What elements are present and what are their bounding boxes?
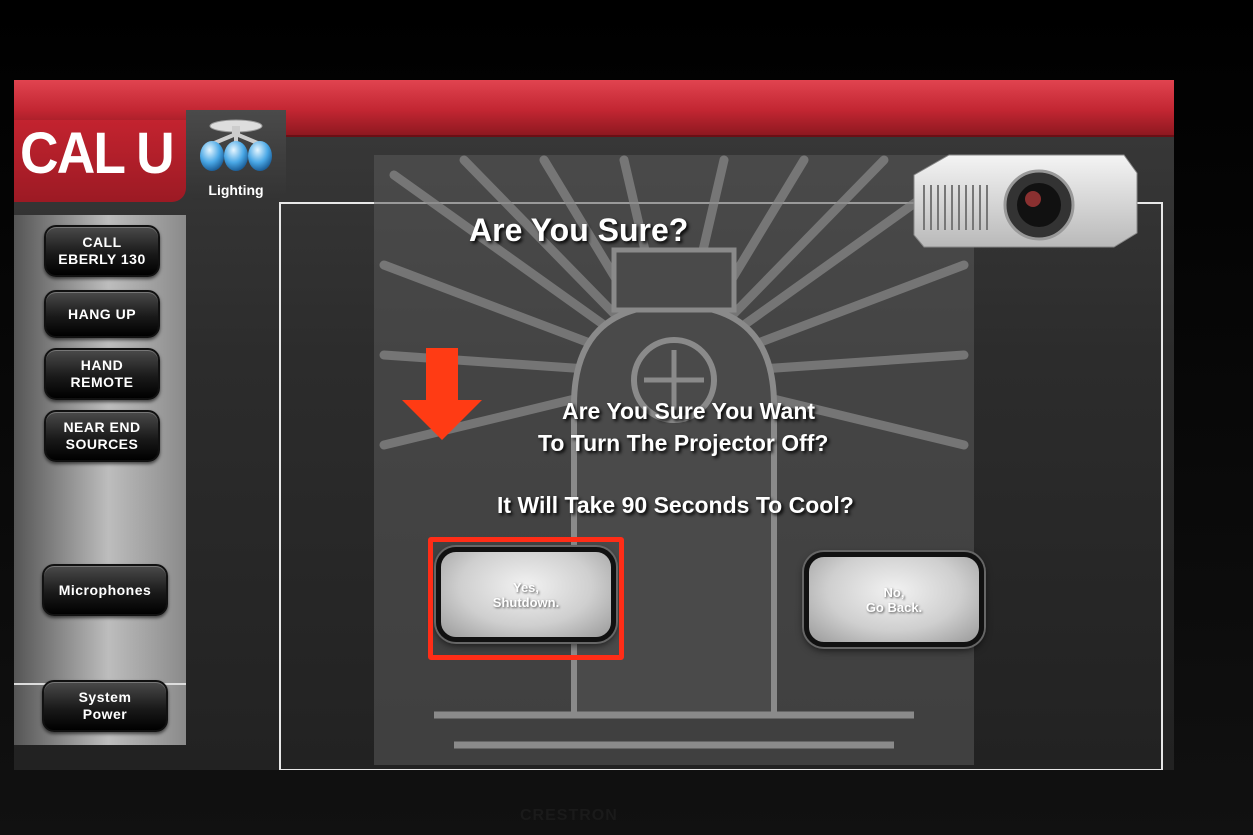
lighting-icon[interactable] [196,118,276,174]
touch-screen: CAL U Lighting CALL EBERLY 130 HANG UP HA… [14,80,1174,770]
call-eberly-label-1: CALL [82,234,122,250]
lighting-label: Lighting [208,182,264,198]
hang-up-button[interactable]: HANG UP [44,290,160,338]
system-power-label-1: System [78,689,132,705]
hang-up-label: HANG UP [67,305,137,322]
microphones-label: Microphones [58,581,152,598]
near-end-sources-button[interactable]: NEAR END SOURCES [44,410,160,462]
dialog-title: Are You Sure? [469,212,689,248]
highlight-box [428,537,624,660]
cal-u-logo: CAL U [20,121,175,186]
no-go-back-button[interactable]: No, Go Back. [804,552,984,647]
near-end-label-2: SOURCES [65,436,139,452]
crestron-brand-label: CRESTRON [520,807,618,824]
microphones-button[interactable]: Microphones [42,564,168,616]
system-power-label-2: Power [82,706,128,722]
message-line-2: To Turn The Projector Off? [538,430,829,456]
message-line-1: Are You Sure You Want [562,398,816,424]
call-eberly-label-2: EBERLY 130 [58,251,146,267]
message-line-3: It Will Take 90 Seconds To Cool? [497,492,854,518]
no-label-1: No, [883,584,905,600]
system-power-button[interactable]: System Power [42,680,168,732]
hand-remote-button[interactable]: HAND REMOTE [44,348,160,400]
down-arrow-icon [402,348,482,440]
projector-icon [913,154,1138,248]
no-label-2: Go Back. [865,599,923,615]
near-end-label-1: NEAR END [63,419,141,435]
call-eberly-button[interactable]: CALL EBERLY 130 [44,225,160,277]
hand-remote-label-2: REMOTE [70,374,134,390]
hand-remote-label-1: HAND [80,357,124,373]
